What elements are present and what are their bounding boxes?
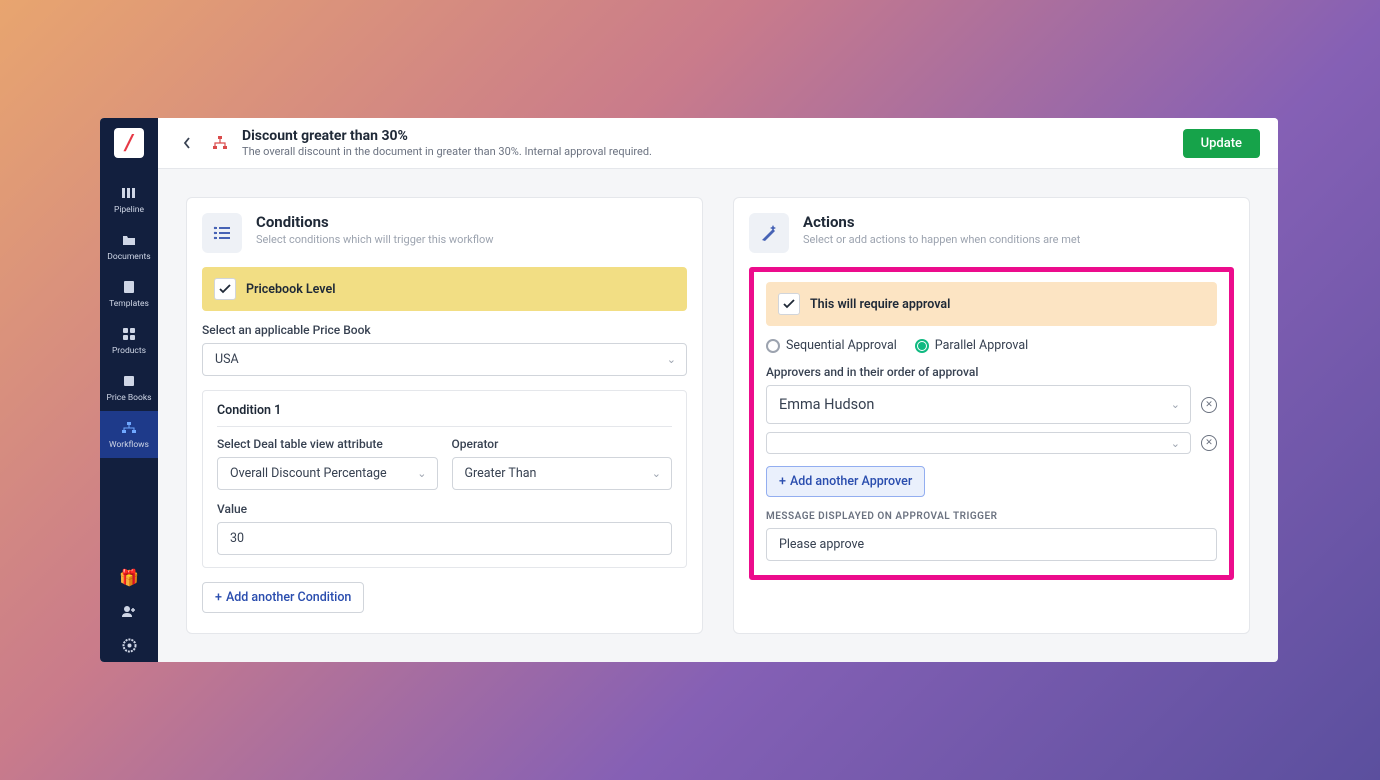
workflows-icon: [120, 419, 138, 437]
approver-2-select[interactable]: ⌄: [766, 432, 1191, 454]
chevron-down-icon: ⌄: [1171, 437, 1180, 450]
actions-title: Actions: [803, 213, 1080, 231]
sidebar-item-pricebooks[interactable]: Price Books: [100, 364, 158, 411]
add-approver-button[interactable]: +Add another Approver: [766, 466, 925, 497]
back-button[interactable]: [176, 132, 198, 154]
pricebook-checkbox[interactable]: [214, 278, 236, 300]
sidebar-item-label: Templates: [109, 299, 149, 309]
conditions-title: Conditions: [256, 213, 494, 231]
pricebook-level-bar: Pricebook Level: [202, 267, 687, 311]
radio-icon: [915, 339, 929, 353]
main: Discount greater than 30% The overall di…: [158, 118, 1278, 662]
chevron-down-icon: ⌄: [417, 467, 426, 480]
radio-parallel[interactable]: Parallel Approval: [915, 338, 1028, 353]
approvers-label: Approvers and in their order of approval: [766, 365, 1217, 379]
sidebar-item-products[interactable]: Products: [100, 317, 158, 364]
sidebar-item-label: Products: [112, 346, 146, 356]
approval-message-input[interactable]: [766, 528, 1217, 561]
approval-bar: This will require approval: [766, 282, 1217, 326]
sidebar-item-settings[interactable]: [100, 628, 158, 662]
documents-icon: [120, 231, 138, 249]
pricebooks-icon: [120, 372, 138, 390]
condition-1-box: Condition 1 Select Deal table view attri…: [202, 390, 687, 568]
user-plus-icon: [120, 602, 138, 620]
value-input[interactable]: [217, 522, 672, 555]
value-label: Value: [217, 502, 672, 516]
operator-label: Operator: [452, 437, 673, 451]
add-condition-button[interactable]: +Add another Condition: [202, 582, 364, 613]
remove-approver-2[interactable]: ✕: [1201, 435, 1217, 451]
sidebar-item-documents[interactable]: Documents: [100, 223, 158, 270]
actions-panel: Actions Select or add actions to happen …: [733, 197, 1250, 634]
approval-checkbox[interactable]: [778, 293, 800, 315]
sidebar-item-label: Documents: [107, 252, 150, 262]
sidebar-item-label: Pipeline: [114, 205, 144, 215]
update-button[interactable]: Update: [1183, 129, 1260, 158]
radio-icon: [766, 339, 780, 353]
sidebar-item-label: Price Books: [106, 393, 151, 403]
sidebar: / Pipeline Documents Templates Products …: [100, 118, 158, 662]
pipeline-icon: [120, 184, 138, 202]
chevron-down-icon: ⌄: [1171, 398, 1180, 411]
approval-highlight: This will require approval Sequential Ap…: [749, 267, 1234, 580]
message-label: MESSAGE DISPLAYED ON APPROVAL TRIGGER: [766, 511, 1217, 522]
page-subtitle: The overall discount in the document in …: [242, 145, 1171, 158]
products-icon: [120, 325, 138, 343]
sidebar-item-label: Workflows: [109, 440, 149, 450]
pricebook-level-label: Pricebook Level: [246, 282, 335, 297]
sidebar-item-gift[interactable]: 🎁: [100, 560, 158, 594]
sidebar-item-adduser[interactable]: [100, 594, 158, 628]
condition-title: Condition 1: [217, 403, 672, 427]
approver-1-select[interactable]: Emma Hudson⌄: [766, 385, 1191, 424]
radio-sequential[interactable]: Sequential Approval: [766, 338, 897, 353]
attribute-label: Select Deal table view attribute: [217, 437, 438, 451]
page-title: Discount greater than 30%: [242, 128, 1171, 144]
plus-icon: +: [779, 474, 786, 489]
app-logo: /: [114, 128, 144, 158]
gift-icon: 🎁: [120, 568, 138, 586]
remove-approver-1[interactable]: ✕: [1201, 397, 1217, 413]
sidebar-item-pipeline[interactable]: Pipeline: [100, 176, 158, 223]
conditions-icon: [202, 213, 242, 253]
conditions-subtitle: Select conditions which will trigger thi…: [256, 233, 494, 246]
pricebook-select[interactable]: USA⌄: [202, 343, 687, 376]
workflow-icon: [210, 133, 230, 153]
pricebook-field-label: Select an applicable Price Book: [202, 323, 687, 337]
actions-icon: [749, 213, 789, 253]
attribute-select[interactable]: Overall Discount Percentage⌄: [217, 457, 438, 490]
gear-icon: [120, 636, 138, 654]
templates-icon: [120, 278, 138, 296]
conditions-panel: Conditions Select conditions which will …: [186, 197, 703, 634]
page-header: Discount greater than 30% The overall di…: [158, 118, 1278, 169]
actions-subtitle: Select or add actions to happen when con…: [803, 233, 1080, 246]
plus-icon: +: [215, 590, 222, 605]
sidebar-item-templates[interactable]: Templates: [100, 270, 158, 317]
sidebar-item-workflows[interactable]: Workflows: [100, 411, 158, 458]
operator-select[interactable]: Greater Than⌄: [452, 457, 673, 490]
chevron-down-icon: ⌄: [667, 353, 676, 366]
chevron-down-icon: ⌄: [652, 467, 661, 480]
approval-bar-label: This will require approval: [810, 297, 950, 312]
